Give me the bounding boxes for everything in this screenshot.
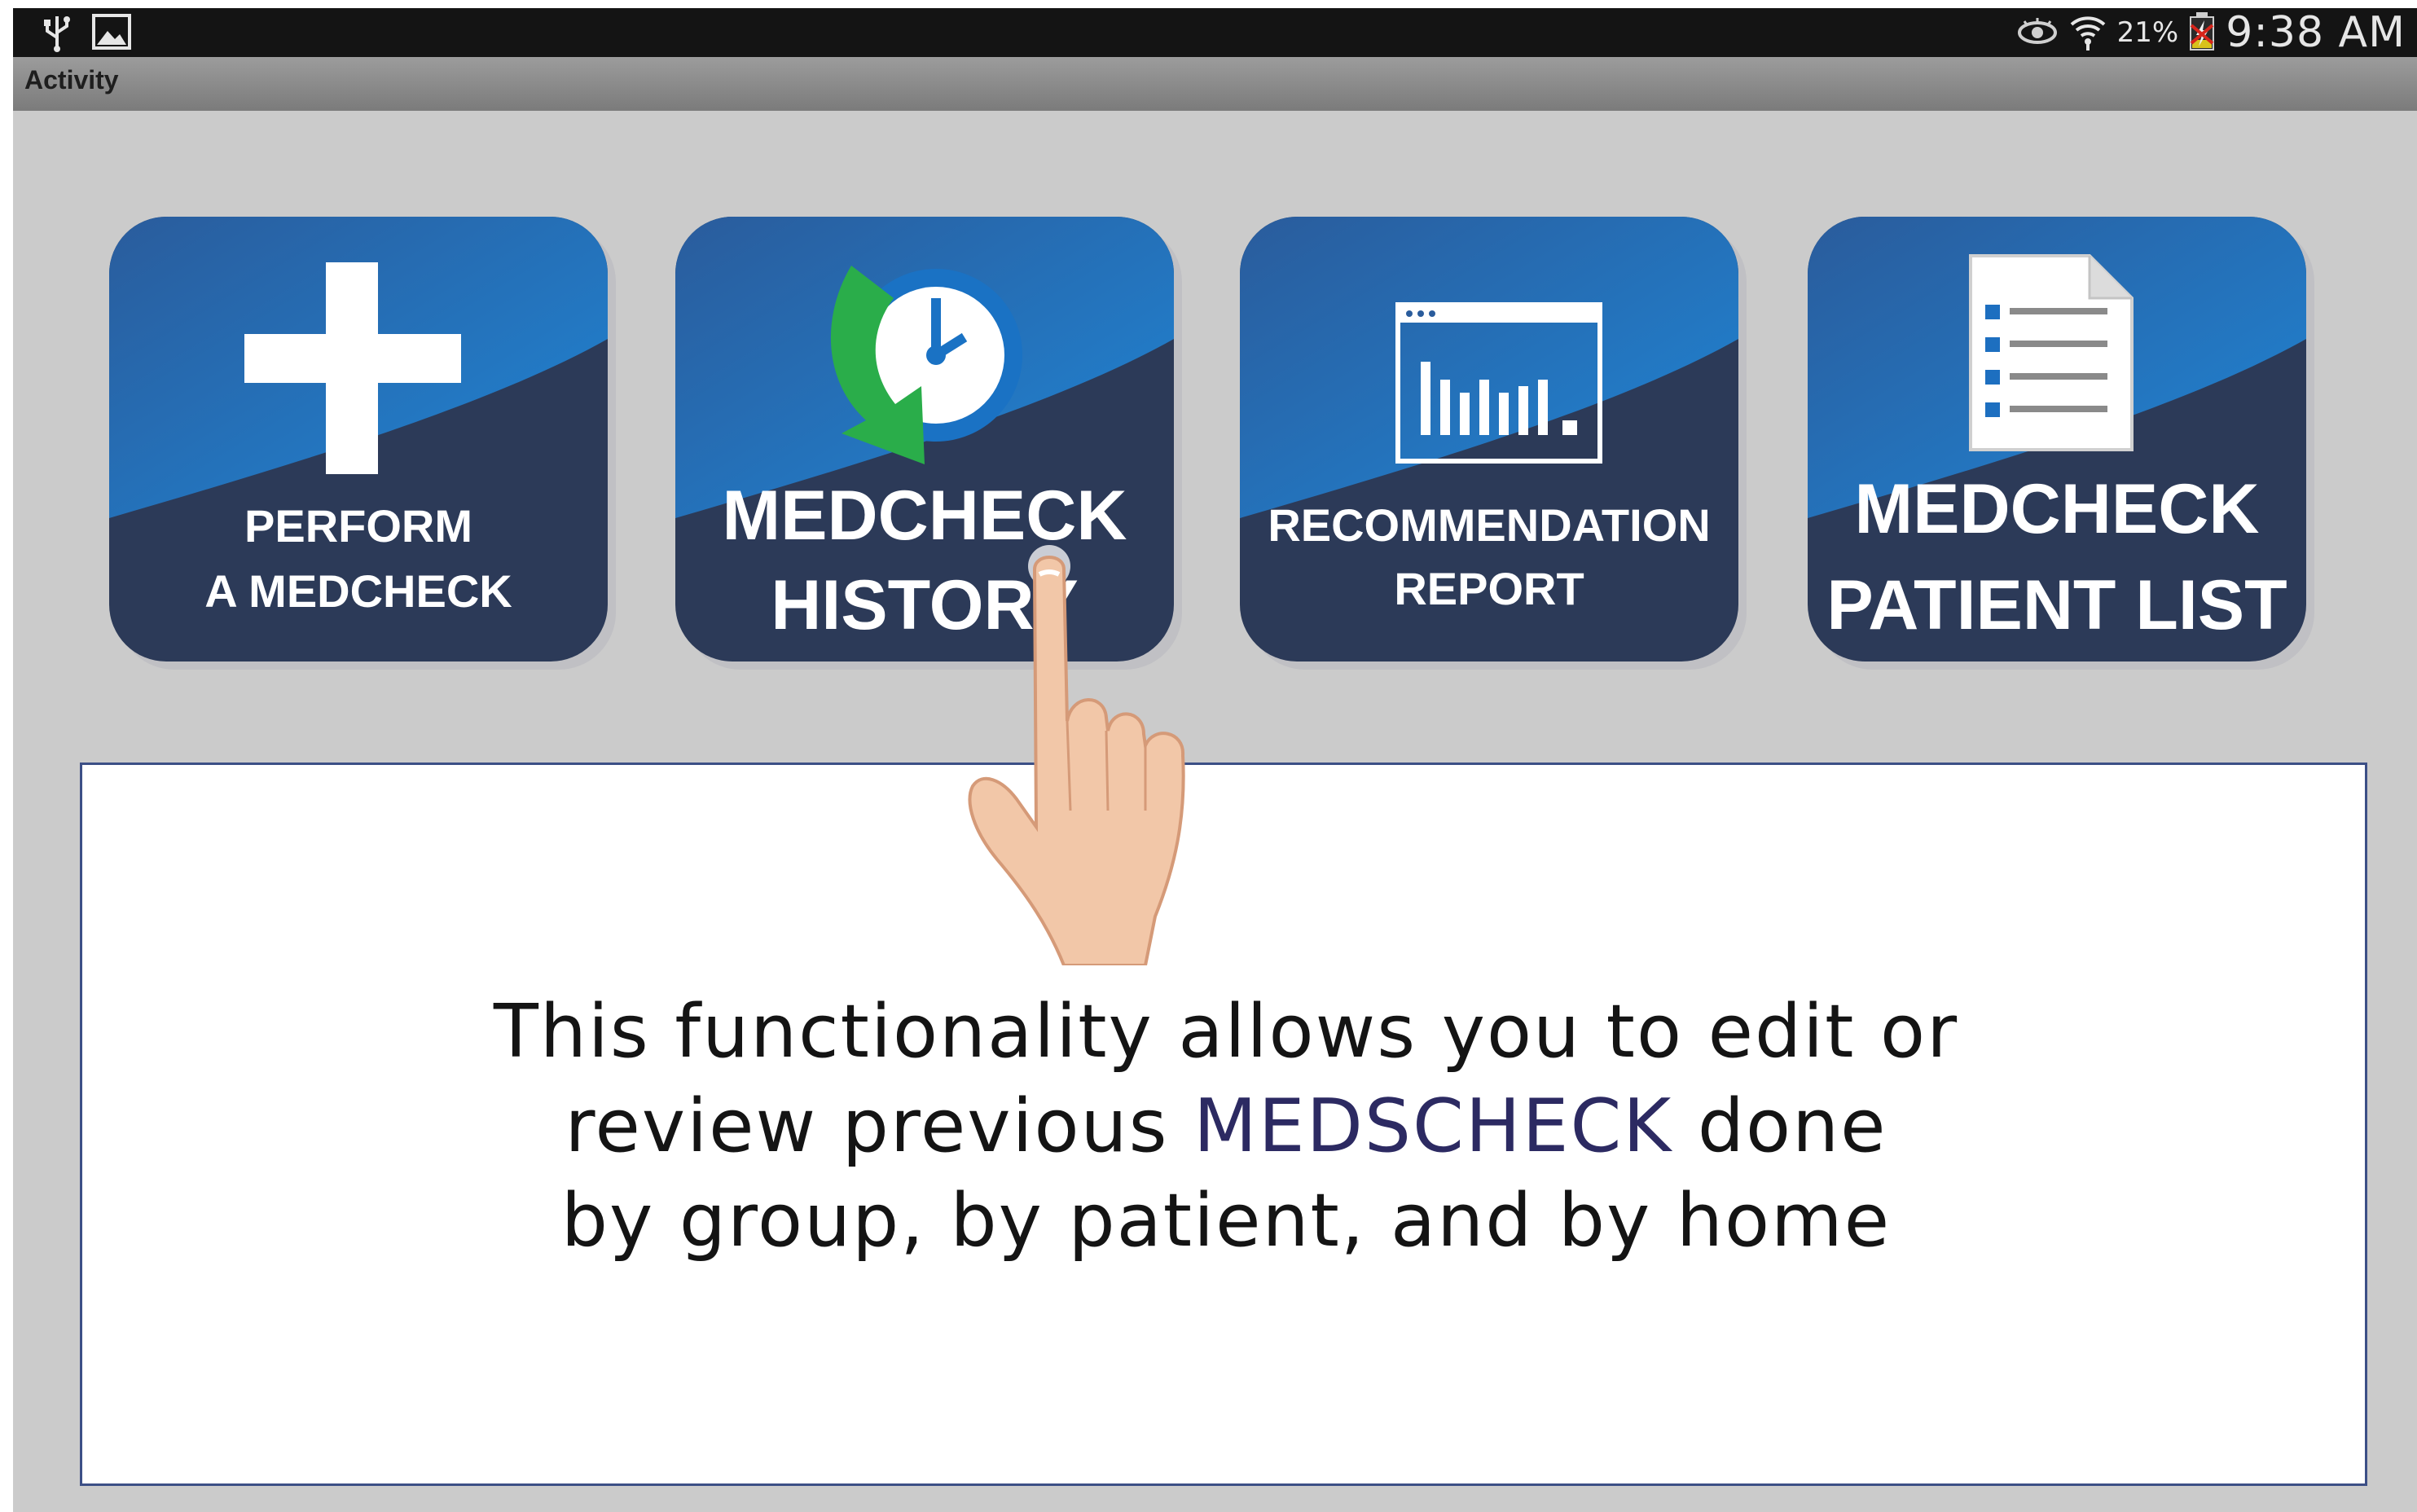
action-bar: Activity bbox=[13, 57, 2417, 111]
image-icon bbox=[91, 13, 132, 55]
usb-icon bbox=[41, 13, 73, 56]
app-screen: 21% 9:38 AM Activity PERFORM A MEDCHECK … bbox=[13, 8, 2417, 1512]
info-text: This functionality allows you to edit or… bbox=[82, 985, 2370, 1268]
clock: 9:38 AM bbox=[2226, 8, 2406, 57]
tile-label-line2: PATIENT LIST bbox=[1826, 566, 2287, 644]
status-right: 21% 9:38 AM bbox=[2016, 8, 2406, 57]
info-line-2: review previous MEDSCHECK done bbox=[82, 1079, 2370, 1174]
action-bar-title: Activity bbox=[24, 65, 119, 94]
info-highlight: MEDSCHECK bbox=[1193, 1083, 1673, 1169]
tile-label-line1: RECOMMENDATION bbox=[1268, 499, 1711, 551]
document-list-icon bbox=[1967, 253, 2135, 457]
history-clock-icon bbox=[798, 249, 1042, 473]
tile-label-line2: A MEDCHECK bbox=[204, 565, 512, 617]
battery-icon bbox=[2188, 11, 2216, 55]
tile-label-line1: PERFORM bbox=[244, 500, 472, 552]
wifi-icon bbox=[2068, 11, 2107, 55]
status-bar: 21% 9:38 AM bbox=[13, 8, 2417, 57]
info-line-2-pre: review previous bbox=[565, 1083, 1194, 1169]
tile-label-line1: MEDCHECK bbox=[1854, 470, 2260, 548]
pointing-hand-icon bbox=[950, 542, 1243, 969]
tile-label-line2: REPORT bbox=[1394, 563, 1584, 614]
eye-icon bbox=[2016, 15, 2059, 51]
perform-medcheck-button[interactable]: PERFORM A MEDCHECK bbox=[109, 217, 608, 662]
info-line-3: by group, by patient, and by home bbox=[560, 1178, 1892, 1264]
report-chart-icon bbox=[1395, 301, 1603, 468]
plus-icon bbox=[244, 262, 461, 478]
info-line-1: This functionality allows you to edit or bbox=[493, 989, 1959, 1075]
battery-percent: 21% bbox=[2116, 16, 2179, 49]
recommendation-report-button[interactable]: RECOMMENDATION REPORT bbox=[1240, 217, 1738, 662]
info-line-2-post: done bbox=[1672, 1083, 1887, 1169]
medcheck-patient-list-button[interactable]: MEDCHECK PATIENT LIST bbox=[1808, 217, 2306, 662]
